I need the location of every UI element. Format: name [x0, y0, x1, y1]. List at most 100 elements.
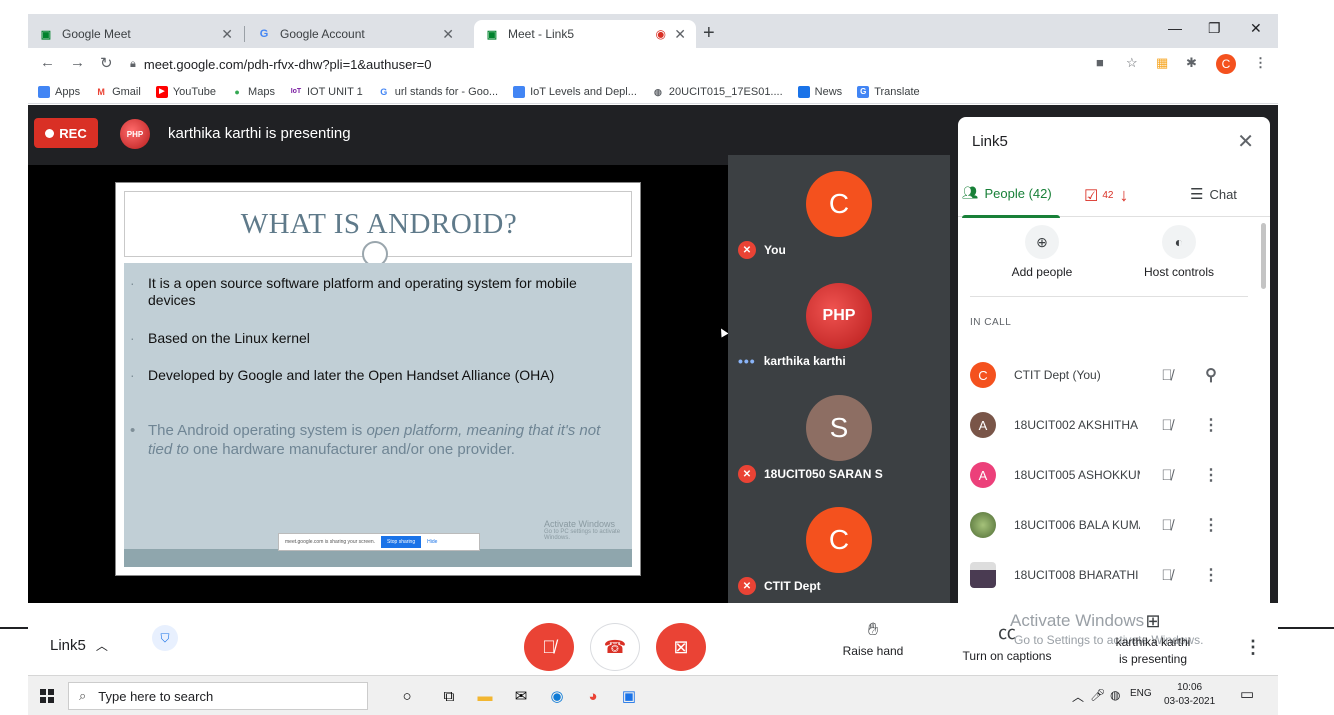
tab-meet-link5[interactable]: ▣ Meet - Link5 ◉ ✕ [474, 20, 696, 48]
tab-google-meet[interactable]: ▣ Google Meet ✕ [28, 20, 245, 48]
hide-button[interactable]: Hide [427, 539, 437, 545]
address-bar[interactable]: 🔒︎ meet.google.com/pdh-rfvx-dhw?pli=1&au… [130, 51, 1210, 77]
shield-icon[interactable]: ⛉ [152, 625, 178, 651]
apps-grid-icon [38, 85, 50, 98]
tab-google-account[interactable]: G Google Account ✕ [246, 20, 464, 48]
host-controls-button[interactable]: ◐ Host controls [1134, 225, 1224, 279]
participant-photo-avatar [970, 512, 996, 538]
reload-icon[interactable]: ↻ [100, 54, 113, 72]
tile-name: ••• karthika karthi [738, 353, 846, 369]
share-notice-text: meet.google.com is sharing your screen. [285, 539, 376, 545]
close-icon[interactable]: ✕ [221, 26, 233, 43]
notifications-icon[interactable]: ▭ [1240, 685, 1254, 703]
meet-icon: ▣ [486, 28, 498, 41]
participant-row[interactable]: 18UCIT006 BALA KUMA... 🎙̸ ⋮ [970, 505, 1260, 545]
task-view-icon[interactable]: ⧉ [438, 685, 460, 707]
bookmark-youtube[interactable]: ▶ YouTube [155, 85, 217, 98]
camera-toggle-button[interactable]: ⊠ [656, 623, 706, 671]
end-call-button[interactable]: ☎ [590, 623, 640, 671]
tile-avatar: C [806, 507, 872, 573]
close-icon[interactable]: ✕ [442, 26, 454, 43]
more-options-icon[interactable]: ⋮ [1196, 515, 1226, 535]
mic-toggle-button[interactable]: 🎙̸ [524, 623, 574, 671]
participant-tile[interactable]: C ✕ You [728, 155, 950, 267]
restore-icon[interactable]: ❐ [1208, 20, 1221, 37]
tile-name-text: karthika karthi [763, 354, 846, 368]
taskbar-search-input[interactable]: ⌕ Type here to search [68, 682, 368, 710]
participant-row[interactable]: C CTIT Dept (You) 🎙̸ ⚲ [970, 355, 1260, 395]
bookmark-label: IOT UNIT 1 [306, 85, 363, 98]
bookmark-translate[interactable]: G Translate [857, 85, 920, 98]
bookmark-label: Maps [248, 85, 275, 98]
bookmark-gmail[interactable]: M Gmail [95, 86, 140, 98]
tile-avatar: PHP [806, 283, 872, 349]
participant-tile[interactable]: S ✕ 18UCIT050 SARAN S [728, 379, 950, 491]
extension-icon[interactable]: ▦ [1156, 55, 1168, 71]
camera-icon[interactable]: ■ [1096, 55, 1104, 70]
puzzle-extensions-icon[interactable]: ✱ [1186, 55, 1197, 71]
participant-row[interactable]: A 18UCIT002 AKSHITHA S 🎙̸ ⋮ [970, 405, 1260, 445]
chrome-icon[interactable]: ◕ [582, 685, 604, 707]
more-options-icon[interactable]: ⋮ [1196, 415, 1226, 435]
panel-scrollbar[interactable] [1261, 223, 1266, 289]
bullet-text: The Android operating system is [148, 422, 367, 439]
phone-hangup-icon: ☎ [603, 636, 627, 657]
edge-icon[interactable]: ◉ [546, 685, 568, 707]
back-arrow-icon[interactable]: ← [40, 54, 55, 71]
bookmark-apps[interactable]: Apps [38, 85, 80, 98]
slide-bullet: · Developed by Google and later the Open … [130, 367, 618, 384]
tab-chat[interactable]: ☰ Chat [1190, 185, 1237, 203]
present-now-button[interactable]: ⊞ karthika karthi is presenting [1108, 612, 1198, 668]
window-app-icon[interactable]: ▣ [618, 685, 640, 707]
pin-icon[interactable]: ⚲ [1196, 365, 1226, 385]
minimize-icon[interactable]: — [1168, 20, 1182, 36]
mail-icon[interactable]: ✉ [510, 685, 532, 707]
system-clock[interactable]: 10:06 03-03-2021 [1164, 681, 1215, 709]
bullet-text: Based on the Linux kernel [148, 330, 310, 346]
forward-arrow-icon[interactable]: → [70, 54, 85, 71]
bookmark-iot-levels[interactable]: IoT Levels and Depl... [513, 85, 637, 98]
new-tab-button[interactable]: + [703, 22, 715, 45]
mic-off-icon: 🎙̸ [1161, 416, 1173, 434]
tab-attendance[interactable]: ☑ 42 ↓ [1084, 185, 1128, 206]
profile-avatar[interactable]: C [1216, 54, 1236, 74]
watermark-line: Activate Windows [544, 519, 616, 529]
speaking-dots-icon: ••• [738, 353, 756, 369]
language-indicator[interactable]: ENG [1130, 688, 1152, 699]
participant-row[interactable]: A 18UCIT005 ASHOKKUM... 🎙̸ ⋮ [970, 455, 1260, 495]
close-icon[interactable]: ✕ [1237, 129, 1254, 154]
kebab-menu-icon[interactable]: ⋮ [1254, 55, 1267, 71]
tab-people[interactable]: 👥︎ People (42) [962, 185, 1060, 218]
slide-body: · It is a open source software platform a… [124, 263, 632, 549]
more-options-icon[interactable]: ⋮ [1196, 565, 1226, 585]
participant-tile[interactable]: PHP ••• karthika karthi [728, 267, 950, 379]
windows-start-icon[interactable] [40, 689, 54, 703]
window-close-icon[interactable]: ✕ [1250, 20, 1262, 37]
bookmark-iot-unit-1[interactable]: IoT IOT UNIT 1 [290, 86, 363, 98]
bookmark-url-stands[interactable]: Gurl stands for - Goo... [378, 86, 498, 98]
meeting-details-button[interactable]: Link5 ︿ [50, 637, 108, 654]
tray-chevron-up-icon[interactable]: ︿ [1072, 688, 1084, 705]
network-globe-icon[interactable]: ◍ [1110, 688, 1120, 702]
star-bookmark-icon[interactable]: ☆ [1126, 55, 1138, 71]
add-people-button[interactable]: ⊕ Add people [1002, 225, 1082, 279]
file-explorer-icon[interactable]: ▬ [474, 685, 496, 707]
microphone-icon[interactable]: 🎤︎ [1090, 688, 1105, 702]
participant-tile[interactable]: C ✕ CTIT Dept [728, 491, 950, 603]
stop-sharing-button[interactable]: Stop sharing [381, 536, 422, 548]
panel-title: Link5 [972, 133, 1008, 150]
bookmark-maps[interactable]: ● Maps [231, 86, 275, 98]
bullet-text: one hardware manufacturer and/or one pro… [188, 441, 515, 458]
bookmark-news[interactable]: News [797, 85, 842, 98]
button-label: Add people [1011, 265, 1073, 279]
windows-taskbar: ⌕ Type here to search ○ ⧉ ▬ ✉ ◉ ◕ ▣ ︿ 🎤︎ … [28, 675, 1278, 715]
panel-tabs: 👥︎ People (42) ☑ 42 ↓ ☰ Chat [958, 177, 1270, 218]
cortana-icon[interactable]: ○ [396, 685, 418, 707]
more-options-icon[interactable]: ⋮ [1244, 637, 1262, 658]
close-icon[interactable]: ✕ [674, 26, 686, 43]
bookmark-label: YouTube [172, 85, 217, 98]
raise-hand-button[interactable]: ✋︎ Raise hand [840, 619, 906, 658]
participant-row[interactable]: 18UCIT008 BHARATHI D 🎙̸ ⋮ [970, 555, 1260, 595]
more-options-icon[interactable]: ⋮ [1196, 465, 1226, 485]
bookmark-20ucit015[interactable]: ◍ 20UCIT015_17ES01.... [652, 86, 783, 98]
